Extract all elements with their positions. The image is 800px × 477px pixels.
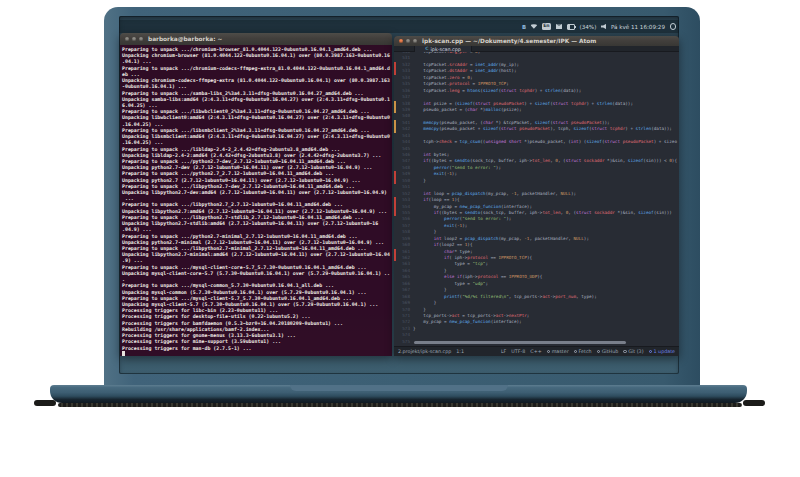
terminal-output[interactable]: Preparing to unpack .../chromium-browser… <box>120 45 392 356</box>
clock[interactable]: Pá kvě 11 16:09:29 <box>611 24 665 30</box>
terminal-title: barborka@barborka: ~ <box>148 36 222 42</box>
laptop-foot-right <box>743 400 765 406</box>
terminal-cursor <box>122 351 125 356</box>
battery-percent: (34%) <box>580 24 597 30</box>
atom-tab-bar: C ipk-scan.cpp <box>394 46 679 52</box>
mail-icon[interactable] <box>556 24 563 29</box>
terminal-minimize-button[interactable] <box>132 37 136 41</box>
terminal-window: barborka@barborka: ~ Preparing to unpack… <box>120 33 392 356</box>
terminal-maximize-button[interactable] <box>139 37 143 41</box>
tab-ipk-scan[interactable]: C ipk-scan.cpp <box>414 46 472 52</box>
keyboard-layout-indicator[interactable]: En <box>542 23 551 30</box>
laptop-lid: B En (34%) Pá kvě 11 16:09:29 barborka@b… <box>104 7 700 386</box>
laptop-screen: B En (34%) Pá kvě 11 16:09:29 barborka@b… <box>119 16 679 374</box>
status-right-items: LF UTF-8 C++ master Fetch GitHub Git (3) 1 upda… <box>501 349 675 354</box>
laptop-mockup: B En (34%) Pá kvě 11 16:09:29 barborka@b… <box>0 0 800 477</box>
atom-window-title: ipk-scan.cpp — ~/Dokumenty/4.semester/IP… <box>422 38 596 44</box>
terminal-titlebar[interactable]: barborka@barborka: ~ <box>120 33 392 45</box>
wifi-icon[interactable] <box>531 24 538 29</box>
status-1-update[interactable]: 1 update <box>649 349 675 354</box>
atom-titlebar[interactable]: ipk-scan.cpp — ~/Dokumenty/4.semester/IP… <box>394 36 679 46</box>
atom-maximize-button[interactable] <box>413 39 417 43</box>
laptop-foot-left <box>34 400 56 406</box>
status-lf[interactable]: LF <box>501 349 506 354</box>
horizontal-scrollbar[interactable] <box>414 341 626 344</box>
status-github[interactable]: GitHub <box>597 349 619 354</box>
atom-minimize-button[interactable] <box>406 39 410 43</box>
status-cursor-position[interactable]: 1:1 <box>456 349 464 354</box>
atom-status-bar: 2.projekt/ipk-scan.cpp 1:1 LF UTF-8 C++ mas… <box>394 346 679 356</box>
cpp-file-icon: C <box>425 47 428 51</box>
atom-window: ipk-scan.cpp — ~/Dokumenty/4.semester/IP… <box>394 36 679 356</box>
status-master[interactable]: master <box>547 349 569 354</box>
terminal-close-button[interactable] <box>125 37 129 41</box>
session-gear-icon[interactable] <box>670 23 677 30</box>
volume-icon[interactable] <box>601 24 607 30</box>
code-lines: 530 tcpPacket.urg_ptr = 0;531532 tcpPack… <box>394 49 679 345</box>
battery-icon[interactable] <box>567 24 576 30</box>
tab-label: ipk-scan.cpp <box>431 47 461 52</box>
laptop-shadow-line <box>58 403 742 407</box>
status-c-[interactable]: C++ <box>530 349 541 354</box>
status-utf-8[interactable]: UTF-8 <box>511 349 525 354</box>
atom-close-button[interactable] <box>399 39 403 43</box>
status-git-3-[interactable]: Git (3) <box>623 349 643 354</box>
status-file-path[interactable]: 2.projekt/ipk-scan.cpp <box>398 349 451 354</box>
status-fetch[interactable]: Fetch <box>574 349 592 354</box>
laptop-base-notch <box>290 385 508 391</box>
code-editor[interactable]: 530 tcpPacket.urg_ptr = 0;531532 tcpPack… <box>394 46 679 346</box>
bluetooth-icon[interactable]: B <box>522 24 526 30</box>
top-panel: B En (34%) Pá kvě 11 16:09:29 <box>119 20 679 33</box>
